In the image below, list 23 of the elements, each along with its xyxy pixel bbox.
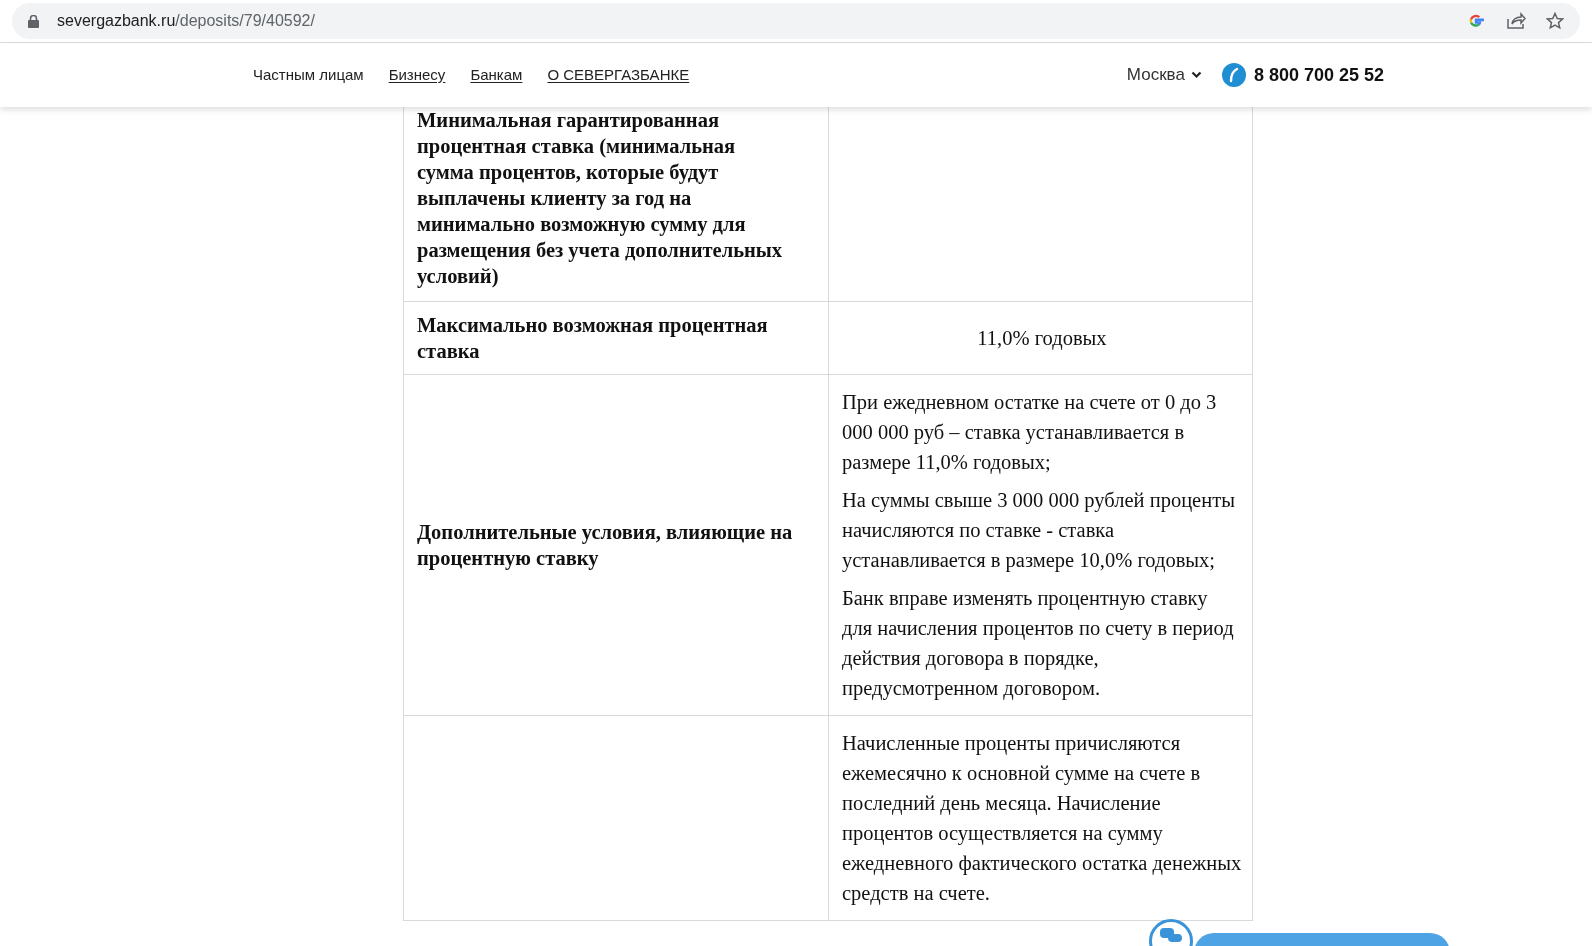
cell-paragraph: Банк вправе изменять процентную ставку для начисления процентов по счету в период действия договора в порядке, предусмотренном договором.: [842, 586, 1235, 702]
row-label: Дополнительные условия, влияющие на процентную ставку: [417, 520, 794, 571]
nav-link[interactable]: О СЕВЕРГАЗБАНКЕ: [547, 63, 690, 87]
address-bar[interactable]: severgazbank.ru/deposits/79/40592/: [12, 3, 1580, 39]
cell-paragraph: Начисленные проценты причисляются ежемесячно к основной сумме на счете в последний день месяца. Начисление процентов осуществляется на сумму ежедневного фактического остатка денежных средств на счете.: [842, 731, 1242, 907]
row-label: Максимально возможная процентная ставка: [417, 313, 769, 364]
nav-link[interactable]: Бизнесу: [388, 63, 446, 87]
cell-paragraph: На суммы свыше 3 000 000 рублей проценты начисляются по ставке - ставка устанавливается в размере 10,0% годовых;: [842, 488, 1236, 574]
google-icon[interactable]: [1468, 13, 1484, 29]
chat-icon: [1160, 928, 1182, 942]
row-label: Минимальная гарантированная процентная ставка (минимальная сумма процентов, которые будут выплачены клиенту за год на минимально возможную сумму для размещения без учета дополнительных условий): [417, 108, 784, 289]
city-selector[interactable]: Москва: [1126, 62, 1202, 88]
phone-number: 8 800 700 25 52: [1253, 63, 1384, 87]
cell-paragraph: При ежедневном остатке на счете от 0 до 3 000 000 руб – ставка устанавливается в размере 11,0% годовых;: [842, 390, 1218, 476]
share-icon[interactable]: [1506, 12, 1526, 30]
nav-link[interactable]: Частным лицам: [253, 63, 364, 87]
chevron-down-icon: [1190, 71, 1202, 79]
nav-link[interactable]: Банкам: [470, 63, 523, 87]
phone-icon: [1221, 63, 1246, 87]
lock-icon: [28, 14, 39, 28]
star-icon[interactable]: [1546, 12, 1564, 30]
cell-paragraph: 11,0% годовых: [977, 326, 1107, 352]
url-text: severgazbank.ru/deposits/79/40592/: [57, 11, 315, 31]
